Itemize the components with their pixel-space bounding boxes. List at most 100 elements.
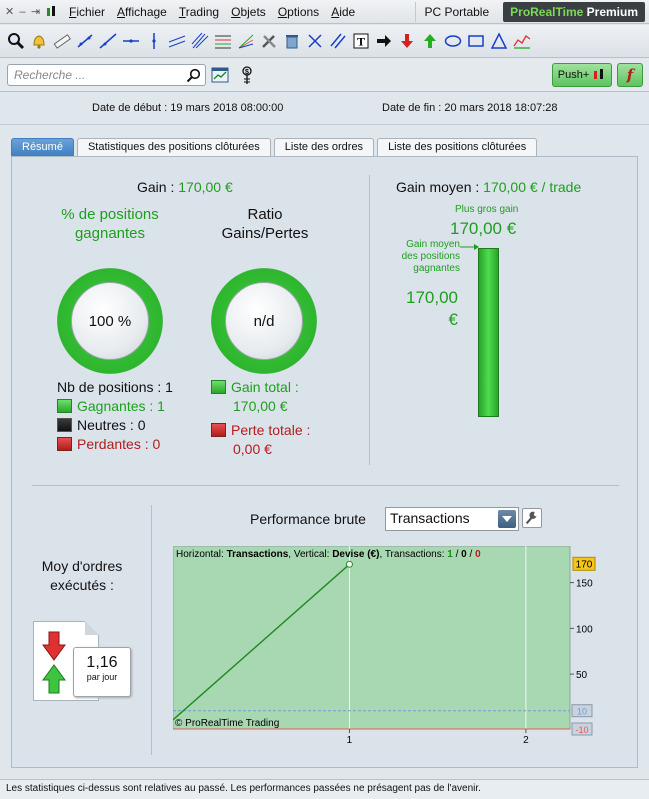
- lower-vertical-divider: [151, 505, 152, 755]
- y-tick-label: 150: [576, 579, 593, 590]
- gain-value: 170,00 €: [178, 179, 233, 195]
- nb-positions: Nb de positions : 1: [57, 379, 173, 395]
- menu-bar: ✕ – ⇥ Fichier Affichage Trading Objets O…: [0, 0, 649, 24]
- zoom-tool-icon[interactable]: [5, 29, 27, 53]
- neutral-count-text: Neutres : 0: [77, 417, 146, 433]
- candles-icon: [594, 69, 604, 79]
- gain-total-value: 170,00 €: [233, 398, 288, 414]
- tab-liste-positions[interactable]: Liste des positions clôturées: [377, 138, 538, 156]
- trendline-icon[interactable]: [74, 29, 96, 53]
- window-controls: ✕ – ⇥: [0, 5, 55, 18]
- ellipse-icon[interactable]: [442, 29, 464, 53]
- winning-count-text: Gagnantes : 1: [77, 398, 165, 414]
- svg-text:$: $: [245, 69, 249, 76]
- orders-per-day-title: Moy d'ordres exécutés :: [41, 558, 123, 593]
- arrow-up-icon[interactable]: [419, 29, 441, 53]
- avg-winning-value: 170,00 €: [406, 288, 458, 329]
- push-button[interactable]: Push+: [552, 63, 612, 87]
- biggest-gain-label: Plus gros gain: [455, 204, 519, 215]
- vertical-line-icon[interactable]: [143, 29, 165, 53]
- push-label: Push+: [557, 69, 590, 81]
- brand-name: ProRealTime: [510, 5, 584, 19]
- tab-resume[interactable]: Résumé: [11, 138, 74, 156]
- black-square-icon: [57, 418, 72, 432]
- gann-fan-icon[interactable]: [235, 29, 257, 53]
- triangle-icon[interactable]: [488, 29, 510, 53]
- ray-icon[interactable]: [97, 29, 119, 53]
- orders-per-day-card: 1,16 par jour: [73, 647, 131, 697]
- menu-trading[interactable]: Trading: [173, 5, 225, 19]
- y-tick-label: 50: [576, 670, 588, 681]
- winning-count: Gagnantes : 1: [57, 397, 173, 416]
- menu-right: PC Portable ProRealTime Premium: [415, 2, 645, 22]
- biggest-gain-value: 170,00 €: [450, 219, 517, 238]
- ruler-icon[interactable]: [51, 29, 73, 53]
- tab-stats-positions[interactable]: Statistiques des positions clôturées: [76, 138, 271, 156]
- minimize-icon[interactable]: –: [18, 6, 27, 18]
- y-tick-label: 100: [576, 624, 593, 635]
- gain-title: Gain : 170,00 €: [137, 179, 233, 195]
- performance-chart: 10 -10 170 1 2 150 100 50 Horizontal: Transac…: [173, 546, 596, 746]
- search-row: Recherche ... $ Push+ f: [0, 59, 649, 92]
- pct-winning-ring: 100 %: [57, 268, 163, 374]
- perte-totale: Perte totale :: [211, 421, 310, 440]
- chart-copyright: © ProRealTime Trading: [175, 718, 279, 729]
- chart-header: Horizontal: Transactions, Vertical: Devi…: [176, 549, 481, 560]
- menu-fichier[interactable]: Fichier: [63, 5, 111, 19]
- tab-liste-ordres[interactable]: Liste des ordres: [273, 138, 375, 156]
- red-square-icon: [211, 423, 226, 437]
- green-square-icon: [57, 399, 72, 413]
- positions-stats: Nb de positions : 1 Gagnantes : 1 Neutre…: [57, 378, 173, 454]
- performance-select[interactable]: Transactions: [385, 507, 519, 531]
- search-placeholder: Recherche ...: [14, 68, 86, 82]
- brand-tier: Premium: [586, 5, 638, 19]
- arrow-right-icon[interactable]: [373, 29, 395, 53]
- search-icon[interactable]: [186, 68, 201, 83]
- menu-aide[interactable]: Aide: [325, 5, 361, 19]
- red-down-arrow-icon: [42, 631, 66, 661]
- close-icon[interactable]: ✕: [5, 5, 14, 18]
- reference-label: 10: [577, 707, 587, 717]
- vertical-divider: [369, 175, 370, 465]
- orders-per-day-value: 1,16: [86, 654, 118, 671]
- chart-window-icon[interactable]: [210, 64, 232, 86]
- pin-icon[interactable]: ⇥: [31, 5, 40, 18]
- start-date: Date de début : 19 mars 2018 08:00:00: [92, 102, 284, 114]
- dropdown-arrow-icon[interactable]: [498, 510, 516, 528]
- pct-winning-value: 100 %: [71, 282, 149, 360]
- device-mode[interactable]: PC Portable: [415, 2, 497, 22]
- tools-icon[interactable]: [258, 29, 280, 53]
- performance-select-value: Transactions: [390, 510, 470, 526]
- x-tick-label: 1: [347, 735, 353, 746]
- summary-panel: Gain : 170,00 € % de positions gagnantes…: [11, 156, 638, 768]
- parallel-lines-icon[interactable]: [327, 29, 349, 53]
- rectangle-icon[interactable]: [465, 29, 487, 53]
- gain-moyen-value: 170,00 € / trade: [483, 179, 582, 195]
- cross-delete-icon[interactable]: [304, 29, 326, 53]
- drawing-toolbar: T: [0, 25, 649, 399]
- orders-per-day-unit: par jour: [86, 672, 118, 682]
- status-footer: Les statistiques ci-dessus sont relative…: [0, 779, 649, 799]
- gain-moyen-label: Gain moyen :: [396, 179, 484, 195]
- settings-wrench-icon[interactable]: [522, 508, 542, 528]
- arrow-down-icon[interactable]: [396, 29, 418, 53]
- horizontal-line-icon[interactable]: [120, 29, 142, 53]
- search-input[interactable]: Recherche ...: [7, 64, 206, 86]
- date-range-bar: Date de début : 19 mars 2018 08:00:00 Da…: [0, 93, 649, 125]
- text-tool-icon[interactable]: T: [350, 29, 372, 53]
- avg-gain-bar: [478, 248, 499, 417]
- fibonacci-icon[interactable]: [212, 29, 234, 53]
- menu-objets[interactable]: Objets: [225, 5, 272, 19]
- channel-icon[interactable]: [166, 29, 188, 53]
- menu-options[interactable]: Options: [272, 5, 325, 19]
- gain-total: Gain total :: [211, 378, 310, 397]
- indicator-icon[interactable]: [511, 29, 533, 53]
- menu-affichage[interactable]: Affichage: [111, 5, 173, 19]
- formula-button[interactable]: f: [617, 63, 643, 87]
- alert-bell-icon[interactable]: [28, 29, 50, 53]
- pitchfork-icon[interactable]: [189, 29, 211, 53]
- dollar-order-icon[interactable]: $: [237, 64, 259, 86]
- main-menu: Fichier Affichage Trading Objets Options…: [63, 5, 361, 19]
- delete-icon[interactable]: [281, 29, 303, 53]
- gain-label: Gain :: [137, 179, 179, 195]
